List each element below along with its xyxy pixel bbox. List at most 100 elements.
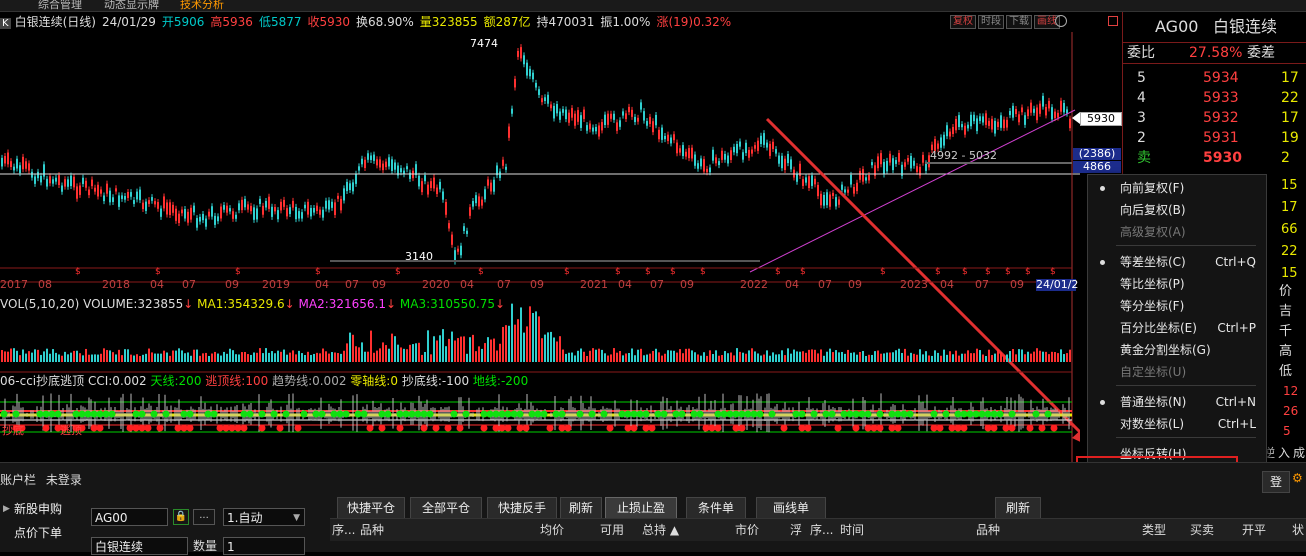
action-button[interactable]: 刷新	[560, 497, 602, 519]
candle-body	[748, 149, 750, 158]
cci-name[interactable]: 06-cci抄底逃顶	[0, 374, 84, 388]
menu-item[interactable]: 等差坐标(C) Ctrl+Q	[1088, 251, 1266, 273]
lock-icon[interactable]: 🔒	[173, 509, 189, 525]
event-marker: $	[615, 267, 621, 277]
volume-bar	[55, 352, 57, 362]
menu-item[interactable]: 对数坐标(L) Ctrl+L	[1088, 413, 1266, 435]
volume-bar	[640, 348, 642, 362]
action-button[interactable]: 画线单	[756, 497, 826, 519]
cci-red-dot	[240, 424, 248, 432]
volume-bar	[592, 348, 594, 362]
volume-bar	[835, 350, 837, 362]
ask-row[interactable]: 4 5933 22	[1123, 88, 1306, 108]
volume-bar	[526, 326, 528, 362]
volume-bar	[964, 353, 966, 362]
tab-overview[interactable]: 综合管理	[38, 0, 82, 11]
session-button[interactable]: 时段	[978, 15, 1004, 29]
settings-icon[interactable]: ⚙	[1292, 471, 1303, 485]
menu-item[interactable]: 高级复权(A)	[1088, 221, 1266, 243]
action-button[interactable]: 快捷平仓	[337, 497, 405, 519]
period-badge[interactable]: K	[0, 18, 11, 29]
account-bar-label[interactable]: 账户栏	[0, 473, 36, 487]
ask-row[interactable]: 2 5931 19	[1123, 128, 1306, 148]
table-header-cell[interactable]: 可用	[600, 519, 624, 541]
volume-bar	[514, 324, 516, 362]
volume-bar	[946, 354, 948, 362]
candle-body	[466, 230, 468, 234]
cci-green-dot	[798, 410, 806, 418]
candle-body	[148, 200, 150, 204]
ask-row[interactable]: 3 5932 17	[1123, 108, 1306, 128]
table-header-cell[interactable]: 类型	[1142, 519, 1166, 541]
candle-body	[448, 223, 450, 229]
candle-body	[133, 200, 135, 204]
candle-body	[1, 157, 3, 167]
table-header-cell[interactable]: 品种	[976, 519, 1000, 541]
menu-item[interactable]: 等比坐标(P)	[1088, 273, 1266, 295]
contract-name-field[interactable]: 白银连续	[91, 537, 188, 555]
table-header-cell[interactable]: 买卖	[1190, 519, 1214, 541]
volume-bar	[439, 335, 441, 362]
download-button[interactable]: 下载	[1006, 15, 1032, 29]
menu-item[interactable]: 向后复权(B)	[1088, 199, 1266, 221]
volume-bar	[67, 354, 69, 362]
action-button[interactable]: 快捷反手	[487, 497, 557, 519]
side-item-price-order[interactable]: 点价下单	[14, 524, 62, 541]
candle-body	[181, 209, 183, 214]
clock-icon[interactable]	[1055, 15, 1067, 27]
table-header-cell[interactable]: 开平	[1242, 519, 1266, 541]
candle-body	[577, 110, 579, 122]
table-header-cell[interactable]: 序...	[810, 519, 833, 541]
volume-bar	[412, 344, 414, 362]
tab-dynamic-board[interactable]: 动态显示牌	[104, 0, 159, 11]
panel-toggle-icon[interactable]	[1108, 16, 1118, 26]
table-header-cell[interactable]: 时间	[840, 519, 864, 541]
table-header-cell[interactable]: 状	[1292, 519, 1304, 541]
volume-bar	[610, 354, 612, 362]
menu-item[interactable]: 黄金分割坐标(G)	[1088, 339, 1266, 361]
table-header-cell[interactable]: 均价	[540, 519, 564, 541]
candle-body	[211, 206, 213, 217]
menu-item[interactable]: 自定坐标(U)	[1088, 361, 1266, 383]
table-header-cell[interactable]: 市价	[735, 519, 759, 541]
volume-bar	[85, 348, 87, 362]
side-item-ipo[interactable]: 新股申购	[14, 500, 62, 517]
table-header-cell[interactable]: 总持 ▲	[642, 519, 679, 541]
volume-bar	[1066, 353, 1068, 362]
table-header-cell[interactable]: 序...	[332, 519, 355, 541]
vol-name[interactable]: VOL(5,10,20)	[0, 297, 79, 311]
cci-red-dot	[1008, 424, 1016, 432]
mode-select[interactable]: 1.自动 ▼	[223, 508, 305, 526]
refresh-orders-button[interactable]: 刷新	[995, 497, 1041, 519]
menu-item[interactable]: 普通坐标(N) Ctrl+N	[1088, 391, 1266, 413]
lower-value: 5	[1283, 424, 1291, 438]
more-button[interactable]: ...	[193, 509, 215, 525]
menu-item[interactable]: 向前复权(F)	[1088, 177, 1266, 199]
candle-body	[256, 208, 258, 220]
menu-item[interactable]: 等分坐标(F)	[1088, 295, 1266, 317]
table-header-cell[interactable]: 浮	[790, 519, 802, 541]
tab-technical-analysis[interactable]: 技术分析	[180, 0, 224, 11]
adjust-button[interactable]: 复权	[950, 15, 976, 29]
ask-row[interactable]: 卖 5930 2	[1123, 148, 1306, 168]
volume-bar	[889, 352, 891, 362]
table-header-cell[interactable]: 品种	[360, 519, 384, 541]
expand-icon[interactable]: ▶	[3, 504, 10, 514]
contract-input[interactable]: AG00	[91, 508, 168, 526]
qty-input[interactable]: 1	[223, 537, 305, 555]
kline-chart[interactable]: $ $ $ $ $ $ $ $ $ $ $ $ $ $ $ $ $ $ $ $	[0, 32, 1080, 462]
time-axis-label: 04	[940, 279, 954, 291]
cci-red-dot	[90, 424, 98, 432]
cci-green-dot	[258, 410, 266, 418]
event-marker: $	[395, 267, 401, 277]
action-button[interactable]: 止损止盈	[605, 497, 677, 519]
volume-bar	[499, 343, 501, 362]
menu-item[interactable]: 百分比坐标(E) Ctrl+P	[1088, 317, 1266, 339]
volume-bar	[352, 334, 354, 362]
event-marker: $	[1025, 267, 1031, 277]
cci-red-dot	[456, 424, 464, 432]
action-button[interactable]: 全部平仓	[410, 497, 482, 519]
action-button[interactable]: 条件单	[686, 497, 746, 519]
login-button[interactable]: 登	[1262, 471, 1290, 493]
ask-row[interactable]: 5 5934 17	[1123, 68, 1306, 88]
